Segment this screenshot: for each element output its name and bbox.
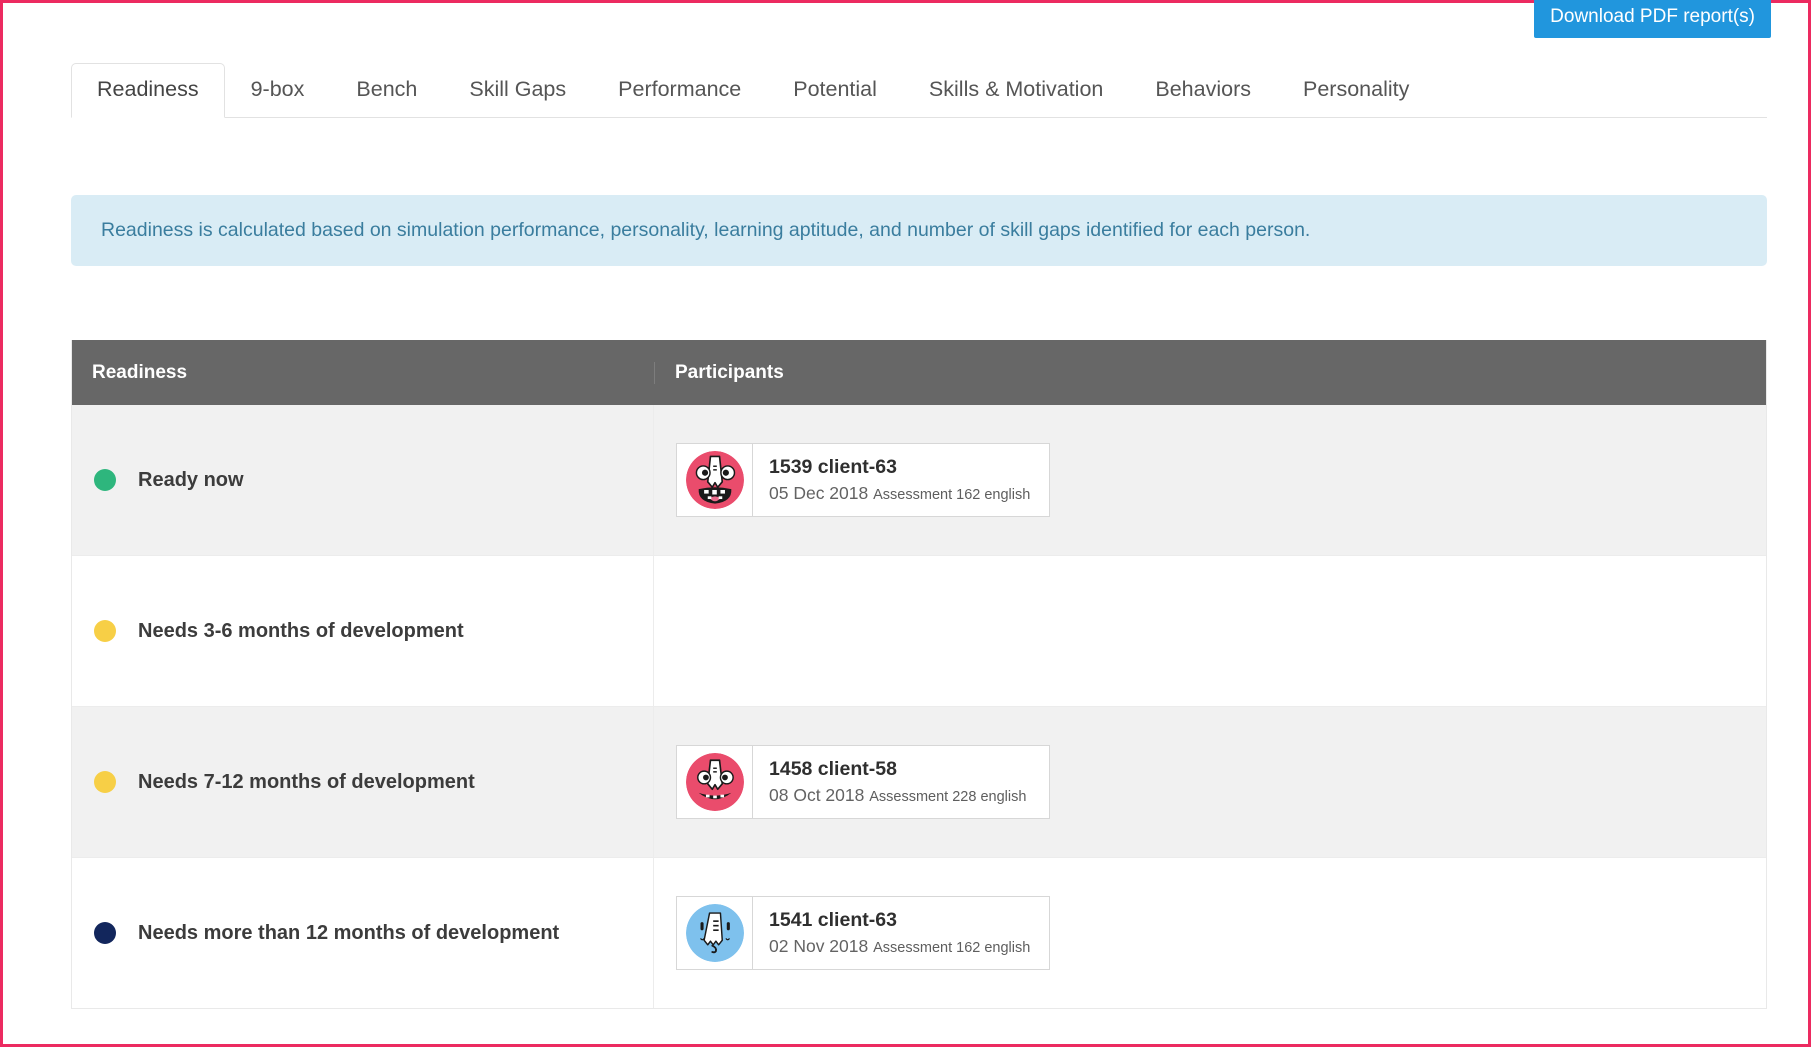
participant-meta: 08 Oct 2018 Assessment 228 english xyxy=(769,784,1026,807)
readiness-status-dot-icon xyxy=(94,922,116,944)
readiness-status-dot-icon xyxy=(94,771,116,793)
table-header-row: Readiness Participants xyxy=(72,340,1766,405)
readiness-label: Needs 3-6 months of development xyxy=(138,620,464,643)
readiness-cell: Needs 7-12 months of development xyxy=(72,707,654,857)
tab-personality[interactable]: Personality xyxy=(1277,63,1435,117)
monster-avatar-blue-tall-head-icon xyxy=(686,904,744,962)
column-header-participants: Participants xyxy=(654,362,1766,384)
tab-skill-gaps[interactable]: Skill Gaps xyxy=(443,63,592,117)
tab-9-box[interactable]: 9-box xyxy=(225,63,331,117)
tab-list: Readiness9-boxBenchSkill GapsPerformance… xyxy=(71,60,1767,117)
participant-assessment: Assessment 162 english xyxy=(873,940,1030,956)
participant-info: 1539 client-63 05 Dec 2018 Assessment 162… xyxy=(753,444,1048,516)
readiness-status-dot-icon xyxy=(94,469,116,491)
readiness-cell: Needs 3-6 months of development xyxy=(72,556,654,706)
participant-card[interactable]: 1458 client-58 08 Oct 2018 Assessment 228… xyxy=(676,745,1050,819)
column-header-readiness: Readiness xyxy=(72,362,654,384)
table-body: Ready now 1539 client-63 05 Dec 2018 Asses… xyxy=(72,405,1766,1008)
readiness-cell: Needs more than 12 months of development xyxy=(72,858,654,1008)
participant-name: 1458 client-58 xyxy=(769,757,1026,781)
table-row: Ready now 1539 client-63 05 Dec 2018 Asses… xyxy=(72,405,1766,555)
participant-date: 08 Oct 2018 xyxy=(769,785,864,805)
tab-potential[interactable]: Potential xyxy=(767,63,903,117)
readiness-cell: Ready now xyxy=(72,405,654,555)
participant-avatar-container xyxy=(677,444,753,516)
download-pdf-report-button[interactable]: Download PDF report(s) xyxy=(1534,0,1771,38)
tab-bench[interactable]: Bench xyxy=(330,63,443,117)
table-row: Needs 3-6 months of development xyxy=(72,555,1766,706)
readiness-label: Needs more than 12 months of development xyxy=(138,922,559,945)
participant-date: 02 Nov 2018 xyxy=(769,936,868,956)
table-row: Needs more than 12 months of development… xyxy=(72,857,1766,1008)
participants-cell xyxy=(654,556,1766,706)
participant-card[interactable]: 1541 client-63 02 Nov 2018 Assessment 162… xyxy=(676,896,1050,970)
info-banner-text: Readiness is calculated based on simulat… xyxy=(101,219,1310,241)
readiness-label: Needs 7-12 months of development xyxy=(138,771,475,794)
readiness-label: Ready now xyxy=(138,469,244,492)
participant-date: 05 Dec 2018 xyxy=(769,483,868,503)
participant-meta: 05 Dec 2018 Assessment 162 english xyxy=(769,482,1030,505)
monster-avatar-pink-tall-nose-icon xyxy=(686,451,744,509)
participant-avatar-container xyxy=(677,746,753,818)
participant-assessment: Assessment 162 english xyxy=(873,487,1030,503)
info-banner: Readiness is calculated based on simulat… xyxy=(71,195,1767,266)
participant-info: 1541 client-63 02 Nov 2018 Assessment 162… xyxy=(753,897,1048,969)
participant-avatar-container xyxy=(677,897,753,969)
readiness-table: Readiness Participants Ready now 1539 cli… xyxy=(71,340,1767,1009)
readiness-status-dot-icon xyxy=(94,620,116,642)
participant-name: 1541 client-63 xyxy=(769,908,1030,932)
tab-skills-motivation[interactable]: Skills & Motivation xyxy=(903,63,1129,117)
participants-cell: 1539 client-63 05 Dec 2018 Assessment 162… xyxy=(654,405,1766,555)
tab-readiness[interactable]: Readiness xyxy=(71,63,225,118)
tab-behaviors[interactable]: Behaviors xyxy=(1129,63,1277,117)
participants-cell: 1541 client-63 02 Nov 2018 Assessment 162… xyxy=(654,858,1766,1008)
participants-cell: 1458 client-58 08 Oct 2018 Assessment 228… xyxy=(654,707,1766,857)
participant-info: 1458 client-58 08 Oct 2018 Assessment 228… xyxy=(753,746,1044,818)
participant-meta: 02 Nov 2018 Assessment 162 english xyxy=(769,935,1030,958)
tab-performance[interactable]: Performance xyxy=(592,63,767,117)
monster-avatar-pink-smiling-icon xyxy=(686,753,744,811)
participant-name: 1539 client-63 xyxy=(769,455,1030,479)
tab-bar: Readiness9-boxBenchSkill GapsPerformance… xyxy=(71,60,1767,118)
page-root: Download PDF report(s) Readiness9-boxBen… xyxy=(0,0,1811,1047)
participant-assessment: Assessment 228 english xyxy=(869,789,1026,805)
table-row: Needs 7-12 months of development 1458 cli… xyxy=(72,706,1766,857)
participant-card[interactable]: 1539 client-63 05 Dec 2018 Assessment 162… xyxy=(676,443,1050,517)
